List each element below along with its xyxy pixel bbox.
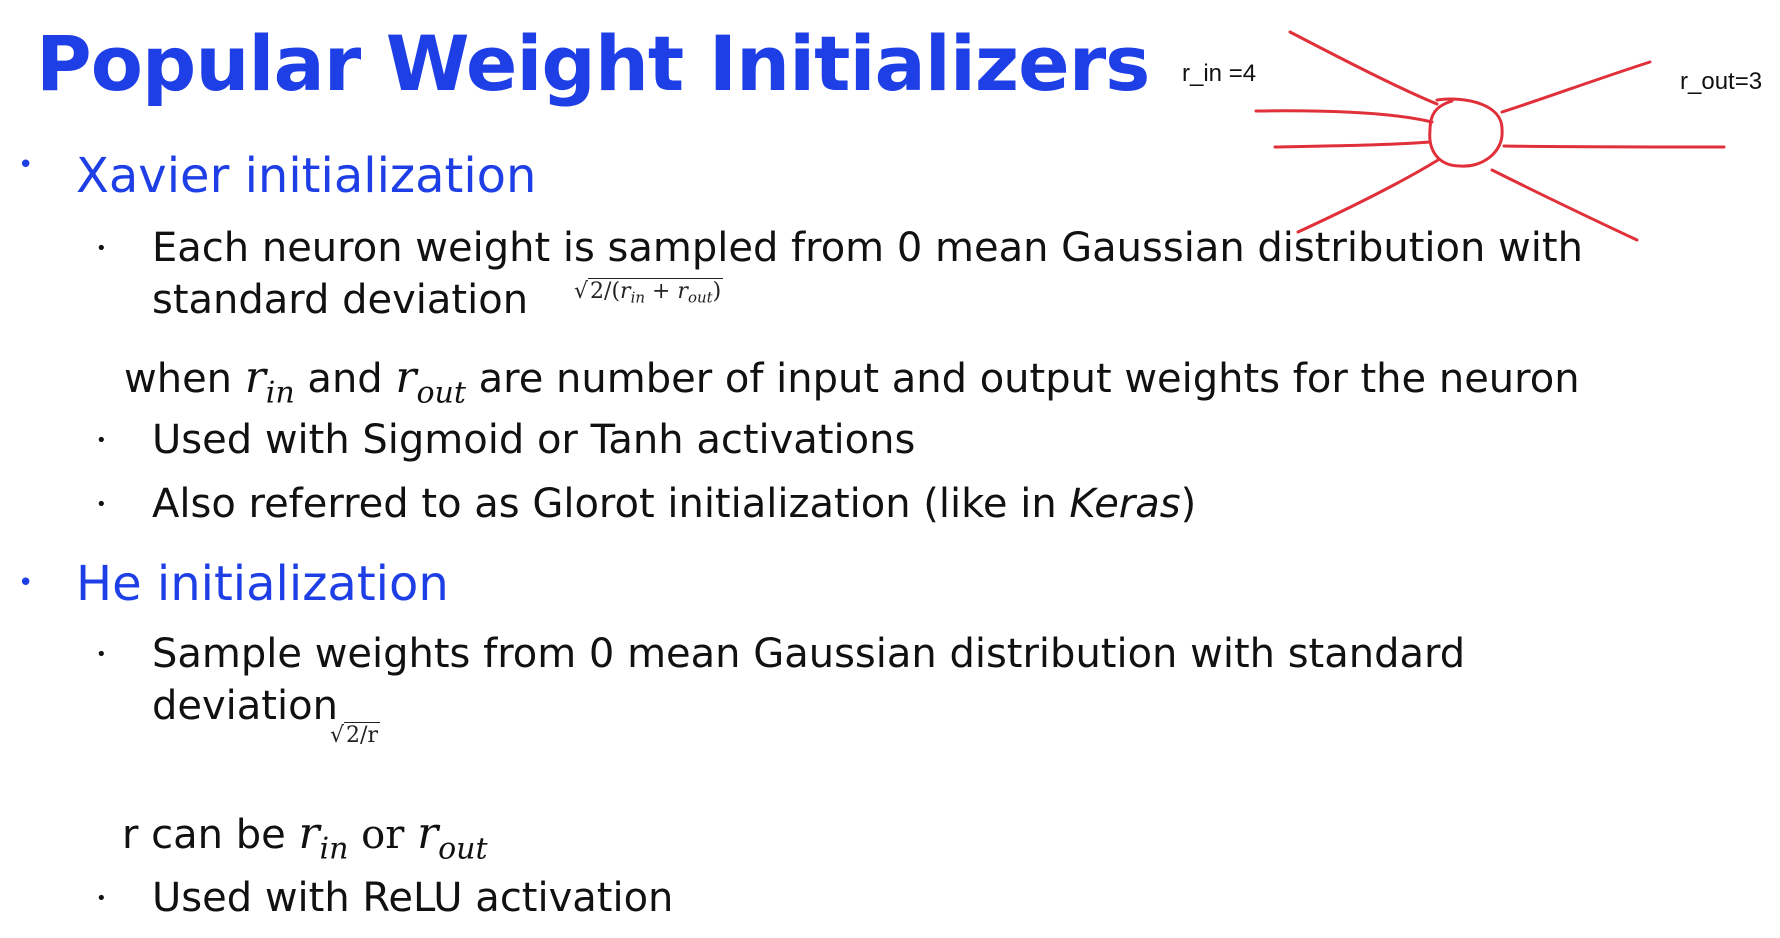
he-r-can-be-line: r can be rin or rout bbox=[122, 808, 488, 867]
neuron-circle bbox=[1428, 97, 1504, 168]
xavier-bullet-sigmoid: Used with Sigmoid or Tanh activations bbox=[152, 417, 916, 463]
sqrt-sign: √ bbox=[330, 723, 345, 748]
xavier-when-line: when rin and rout are number of input an… bbox=[124, 352, 1580, 411]
he-bullet-relu: Used with ReLU activation bbox=[152, 875, 674, 921]
xavier-heading: Xavier initialization bbox=[76, 148, 537, 204]
xavier-formula: √2/(rin + rout) bbox=[574, 278, 724, 307]
input-line-2 bbox=[1254, 109, 1434, 124]
sqrt-sign: √ bbox=[574, 279, 589, 304]
bullet: • bbox=[18, 150, 34, 180]
xavier-line-1: Each neuron weight is sampled from 0 mea… bbox=[152, 225, 1583, 271]
xavier-bullet-glorot: Also referred to as Glorot initializatio… bbox=[152, 481, 1197, 527]
r-in-label: r_in =4 bbox=[1182, 60, 1257, 87]
bullet: • bbox=[96, 494, 107, 515]
bullet: • bbox=[96, 644, 107, 665]
xavier-line-2: standard deviation bbox=[152, 277, 529, 323]
he-heading: He initialization bbox=[76, 556, 449, 612]
neuron-sketch bbox=[1254, 30, 1726, 242]
input-line-4 bbox=[1296, 158, 1440, 234]
r-out-label: r_out=3 bbox=[1680, 68, 1763, 95]
bullet: • bbox=[96, 238, 107, 259]
neuron-diagram bbox=[1254, 30, 1726, 242]
he-line-1: Sample weights from 0 mean Gaussian dist… bbox=[152, 631, 1466, 677]
output-line-2 bbox=[1502, 144, 1726, 149]
he-line-2: deviation bbox=[152, 683, 338, 729]
bullet: • bbox=[18, 568, 34, 598]
input-line-3 bbox=[1273, 140, 1432, 149]
bullet: • bbox=[96, 888, 107, 909]
bullet: • bbox=[96, 430, 107, 451]
output-line-1 bbox=[1500, 60, 1652, 114]
he-formula: √2/r bbox=[330, 722, 380, 748]
input-line-1 bbox=[1288, 30, 1439, 106]
